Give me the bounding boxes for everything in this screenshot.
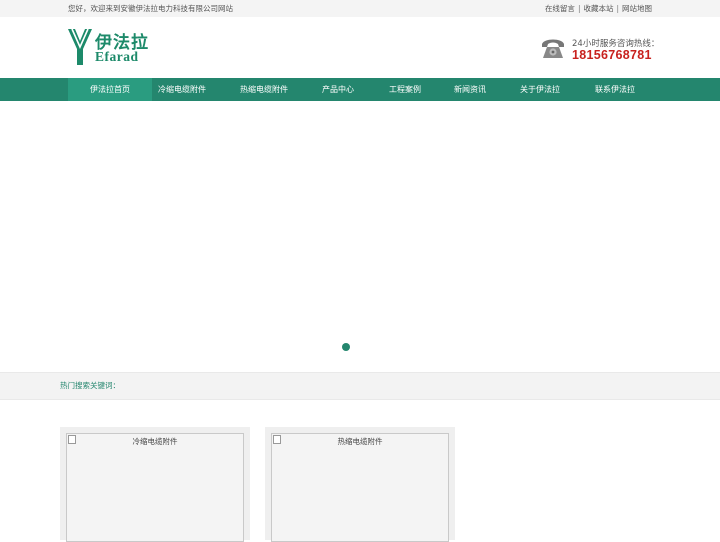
nav-item-heat-shrink[interactable]: 热缩电缆附件 xyxy=(232,78,296,101)
separator: | xyxy=(577,4,581,13)
online-message-link[interactable]: 在线留言 xyxy=(545,4,575,13)
slider-dot[interactable] xyxy=(342,343,350,351)
nav-item-home[interactable]: 伊法拉首页 xyxy=(68,78,152,101)
nav-item-cold-shrink[interactable]: 冷缩电缆附件 xyxy=(152,78,212,101)
product-card[interactable]: 热缩电缆附件 xyxy=(265,427,455,542)
product-image-alt: 热缩电缆附件 xyxy=(337,437,383,446)
nav-item-cases[interactable]: 工程案例 xyxy=(380,78,430,101)
nav-item-products[interactable]: 产品中心 xyxy=(313,78,363,101)
hot-keywords-bar: 热门搜索关键词： xyxy=(0,372,720,400)
product-image-alt: 冷缩电缆附件 xyxy=(132,437,178,446)
top-bar: 您好，欢迎来到安徽伊法拉电力科技有限公司网站 在线留言 | 收藏本站 | 网站地图 xyxy=(0,0,720,18)
product-image-placeholder[interactable]: 冷缩电缆附件 xyxy=(66,433,244,542)
hot-keywords-label: 热门搜索关键词： xyxy=(60,381,120,390)
nav-item-contact[interactable]: 联系伊法拉 xyxy=(585,78,645,101)
hotline: 24小时服务咨询热线： 18156768781 xyxy=(540,35,670,65)
top-links: 在线留言 | 收藏本站 | 网站地图 xyxy=(545,0,652,17)
site-logo[interactable]: 伊法拉 Efarad xyxy=(66,27,156,67)
main-nav: 伊法拉首页 冷缩电缆附件 热缩电缆附件 产品中心 工程案例 新闻资讯 关于伊法拉… xyxy=(0,78,720,101)
banner-slider xyxy=(0,101,720,371)
sitemap-link[interactable]: 网站地图 xyxy=(622,4,652,13)
nav-item-about[interactable]: 关于伊法拉 xyxy=(510,78,570,101)
separator: | xyxy=(616,4,619,13)
welcome-text: 您好，欢迎来到安徽伊法拉电力科技有限公司网站 xyxy=(68,4,233,13)
nav-item-news[interactable]: 新闻资讯 xyxy=(445,78,495,101)
telephone-icon xyxy=(542,39,564,58)
logo-text-en: Efarad xyxy=(95,49,139,64)
bookmark-link[interactable]: 收藏本站 xyxy=(583,4,613,13)
hotline-number: 18156768781 xyxy=(572,48,652,62)
product-image-placeholder[interactable]: 热缩电缆附件 xyxy=(271,433,449,542)
logo-mark-icon xyxy=(68,28,92,65)
product-card[interactable]: 冷缩电缆附件 xyxy=(60,427,250,542)
header: 伊法拉 Efarad 24小时服务咨询热线： 18156768781 xyxy=(0,17,720,78)
